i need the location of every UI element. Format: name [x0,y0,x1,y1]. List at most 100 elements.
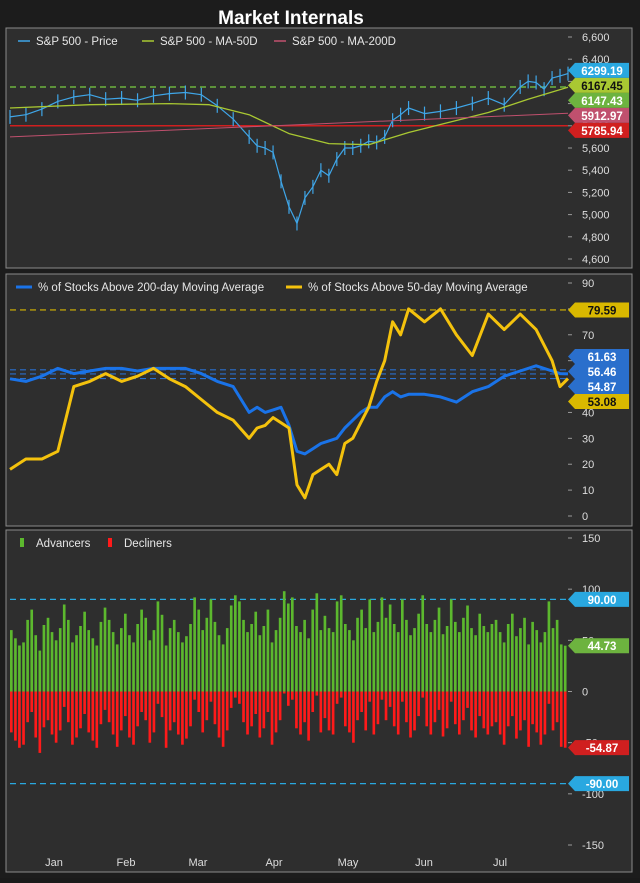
advancers-bar [54,640,58,692]
advancers-bar [115,644,119,692]
decliners-bar [38,691,42,753]
advancers-bar [299,632,302,692]
x-tick-label: Feb [117,857,136,869]
decliners-bar [348,691,351,733]
decliners-bar [380,691,384,700]
decliners-bar [58,691,62,731]
y-tick-label: 4,800 [582,232,610,244]
value-label: 79.59 [588,305,617,317]
advancers-bar [172,619,176,692]
advancers-bar [278,617,282,692]
decliners-bar [274,691,278,733]
decliners-bar [148,691,152,743]
decliners-bar [482,691,486,729]
decliners-bar [498,691,502,735]
advancers-bar [380,597,384,692]
legend-label: S&P 500 - MA-50D [160,36,258,48]
decliners-bar [242,691,245,723]
value-label: 5785.94 [581,126,623,138]
decliners-bar [295,691,298,729]
advancers-bar [197,609,201,692]
y-tick-label: 0 [582,687,588,699]
decliners-bar [197,691,201,712]
advancers-bar [103,607,107,692]
decliners-bar [462,691,465,721]
advancers-bar [144,617,148,692]
advancers-bar [458,632,461,692]
advancers-bar [482,626,486,692]
advancers-bar [287,603,290,692]
decliners-bar [458,691,461,735]
decliners-bar [213,691,217,725]
advancers-bar [34,635,38,692]
advancers-bar [295,626,298,692]
advancers-bar [185,636,188,692]
decliners-bar [103,691,107,710]
advancers-bar [67,619,70,692]
decliners-bar [364,691,368,731]
advancers-bar [229,605,233,692]
advancers-bar [291,597,294,692]
y-tick-label: 5,400 [582,165,610,177]
decliners-bar [327,691,331,731]
decliners-bar [181,691,184,745]
advancers-bar [474,635,477,692]
y-tick-label: 6,600 [582,32,610,44]
decliners-bar [531,691,534,725]
decliners-bar [344,691,347,727]
decliners-bar [559,691,563,747]
decliners-bar [478,691,482,717]
decliners-bar [229,691,233,708]
advancers-bar [344,624,347,692]
panel-1-frame [5,27,633,269]
advancers-bar [152,630,156,692]
decliners-bar [311,691,315,712]
advancers-bar [258,635,262,692]
advancers-bar [547,601,551,692]
advancers-bar [511,613,514,692]
decliners-bar [10,691,13,733]
advancers-bar [401,599,404,692]
advancers-bar [83,611,86,692]
advancers-bar [282,591,286,692]
advancers-bar [323,615,327,692]
advancers-bar [327,628,331,692]
decliners-bar [392,691,396,727]
value-label: 5912.97 [581,111,623,123]
decliners-bar [551,691,555,731]
page-title: Market Internals [218,8,364,29]
decliners-bar [71,691,74,745]
decliners-bar [120,691,123,731]
advancers-bar [466,605,469,692]
advancers-bar [225,628,229,692]
advancers-bar [486,632,490,692]
decliners-bar [335,691,339,704]
y-tick-label: 150 [582,533,600,545]
advancers-bar [140,609,143,692]
decliners-bar [388,691,392,707]
decliners-bar [417,691,420,717]
decliners-bar [42,691,46,728]
decliners-bar [270,691,274,745]
advancers-bar [50,632,54,692]
advancers-bar [417,613,420,692]
advancers-bar [62,604,66,692]
decliners-bar [14,691,17,741]
decliners-bar [466,691,469,708]
x-tick-label: Jun [415,857,433,869]
x-tick-label: Mar [189,857,208,869]
decliners-bar [523,691,526,721]
decliners-bar [519,691,522,731]
advancers-bar [506,624,510,692]
decliners-bar [360,691,363,712]
decliners-bar [315,691,319,696]
advancers-bar [531,621,534,692]
decliners-bar [62,691,66,707]
decliners-bar [234,691,237,698]
decliners-bar [238,691,241,704]
decliners-bar [433,691,437,723]
advancers-bar [87,630,91,692]
decliners-bar [421,691,425,698]
advancers-bar [22,642,25,692]
advancers-bar [335,601,339,692]
